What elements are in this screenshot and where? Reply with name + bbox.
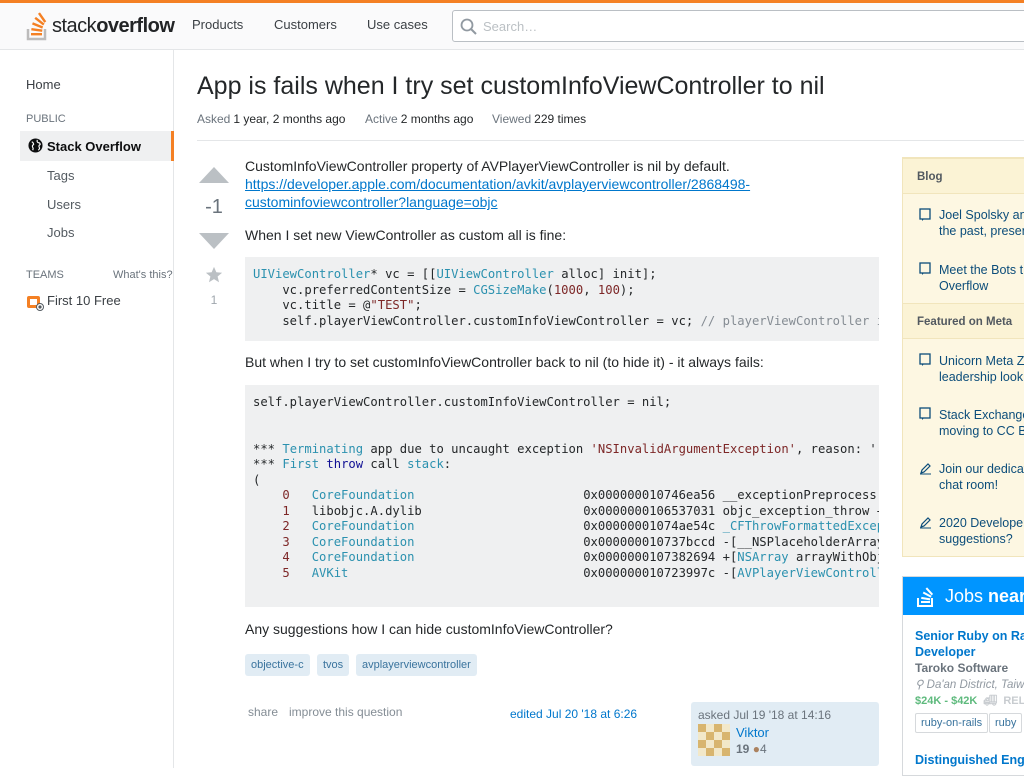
documentation-link-line2[interactable]: custominfoviewcontroller?language=objc bbox=[245, 194, 498, 210]
left-sidebar: Home PUBLIC Stack Overflow Tags Users Jo… bbox=[0, 50, 174, 768]
downvote-arrow-icon[interactable] bbox=[198, 232, 230, 250]
search-box bbox=[452, 10, 1024, 42]
nav-public-label: PUBLIC bbox=[26, 113, 66, 125]
blog-post-icon bbox=[919, 262, 931, 275]
relocation-truck-icon: 🚚︎ bbox=[983, 695, 998, 707]
blog-header: Blog bbox=[903, 158, 1024, 194]
nav-users[interactable]: Users bbox=[47, 197, 81, 212]
jobs-widget: Jobs near Senior Ruby on Ra Developer Tar… bbox=[902, 576, 1024, 776]
stack-logo-icon bbox=[26, 12, 47, 41]
edited-link[interactable]: edited Jul 20 '18 at 6:26 bbox=[510, 707, 637, 721]
stack-frame: 4 CoreFoundation 0x0000000107382694 +[NS… bbox=[253, 550, 879, 564]
code-block-1[interactable]: UIViewController* vc = [[UIViewControlle… bbox=[245, 257, 879, 341]
documentation-link[interactable]: https://developer.apple.com/documentatio… bbox=[245, 175, 750, 211]
jobs-header[interactable]: Jobs near bbox=[903, 577, 1024, 615]
jobs-header-title: Jobs near bbox=[945, 586, 1024, 606]
nav-products[interactable]: Products bbox=[192, 17, 243, 32]
job-2-title[interactable]: Distinguished Engi bbox=[915, 752, 1024, 768]
meta-viewed: Viewed 229 times bbox=[492, 112, 587, 126]
question-title[interactable]: App is fails when I try set customInfoVi… bbox=[197, 72, 825, 101]
vote-score: -1 bbox=[205, 196, 223, 218]
meta-active: Active 2 months ago bbox=[365, 112, 474, 126]
blog-item-1[interactable]: Joel Spolsky an the past, presen bbox=[939, 207, 1024, 239]
chat-pencil-icon bbox=[920, 463, 931, 475]
job-1-company: Taroko Software bbox=[915, 661, 1009, 675]
job-1-location: ⚲ Da'an District, Taiwa bbox=[915, 679, 1024, 691]
nav-home[interactable]: Home bbox=[26, 77, 61, 92]
meta-asked: Asked 1 year, 2 months ago bbox=[197, 112, 346, 126]
meta-item-4[interactable]: 2020 Developer suggestions? bbox=[939, 515, 1024, 547]
code-block-2[interactable]: self.playerViewController.customInfoView… bbox=[245, 385, 879, 607]
stackoverflow-logo[interactable]: stackoverflow bbox=[26, 9, 175, 43]
meta-post-icon bbox=[919, 407, 931, 420]
blog-post-icon bbox=[919, 208, 931, 221]
nav-use-cases[interactable]: Use cases bbox=[367, 17, 428, 32]
blog-sidebar: Blog Joel Spolsky an the past, presen Mee… bbox=[902, 157, 1024, 557]
stack-frame: 0 CoreFoundation 0x000000010746ea56 __ex… bbox=[253, 488, 877, 502]
improve-question-link[interactable]: improve this question bbox=[289, 705, 402, 719]
meta-item-1[interactable]: Unicorn Meta Zo leadership look bbox=[939, 353, 1024, 385]
title-divider bbox=[197, 140, 1024, 141]
upvote-arrow-icon[interactable] bbox=[198, 166, 230, 184]
job-1-title[interactable]: Senior Ruby on Ra Developer bbox=[915, 628, 1024, 660]
blog-item-2[interactable]: Meet the Bots th Overflow bbox=[939, 262, 1024, 294]
whats-this-link[interactable]: What's this? bbox=[113, 269, 173, 281]
search-icon bbox=[460, 18, 477, 35]
teams-briefcase-icon bbox=[27, 296, 44, 311]
nav-stack-overflow-label: Stack Overflow bbox=[47, 139, 141, 154]
owner-card: asked Jul 19 '18 at 14:16 Viktor 19 ●4 bbox=[691, 702, 879, 766]
stack-frame: 1 libobjc.A.dylib 0x0000000106537031 obj… bbox=[253, 503, 879, 518]
tag-avplayerviewcontroller[interactable]: avplayerviewcontroller bbox=[356, 654, 477, 676]
search-input[interactable] bbox=[481, 15, 1001, 37]
job-tag-ruby-on-rails[interactable]: ruby-on-rails bbox=[915, 713, 989, 733]
chat-pencil-icon bbox=[920, 517, 931, 529]
share-link[interactable]: share bbox=[248, 705, 278, 719]
stack-frame: 5 AVKit 0x000000010723997c -[AVPlayerVie… bbox=[253, 565, 879, 580]
nav-teams-label: TEAMS bbox=[26, 269, 64, 281]
meta-item-3[interactable]: Join our dedicat chat room! bbox=[939, 461, 1024, 493]
stack-frame: 3 CoreFoundation 0x000000010737bccd -[__… bbox=[253, 534, 879, 549]
nav-stack-overflow[interactable]: Stack Overflow bbox=[20, 131, 174, 161]
documentation-link-line1[interactable]: https://developer.apple.com/documentatio… bbox=[245, 176, 750, 192]
logo-text: stackoverflow bbox=[52, 14, 175, 37]
nav-tags[interactable]: Tags bbox=[47, 168, 74, 183]
stack-logo-icon bbox=[917, 587, 934, 607]
user-avatar[interactable] bbox=[698, 724, 730, 756]
nav-jobs[interactable]: Jobs bbox=[47, 225, 74, 240]
favorite-star-icon[interactable] bbox=[205, 266, 223, 284]
favorite-count: 1 bbox=[210, 293, 218, 307]
nav-customers[interactable]: Customers bbox=[274, 17, 337, 32]
job-tag-ruby[interactable]: ruby bbox=[989, 713, 1023, 733]
bronze-badge-icon: ● bbox=[752, 742, 760, 756]
question-paragraph-4: Any suggestions how I can hide customInf… bbox=[245, 621, 613, 637]
stack-frame: 2 CoreFoundation 0x00000001074ae54c _CFT… bbox=[253, 519, 879, 533]
tag-objective-c[interactable]: objective-c bbox=[245, 654, 310, 676]
question-paragraph-3: But when I try to set customInfoViewCont… bbox=[245, 354, 764, 370]
job-1-salary: $24K - $42K🚚︎RELO bbox=[915, 695, 1024, 707]
question-paragraph-2: When I set new ViewController as custom … bbox=[245, 227, 567, 243]
question-paragraph-1: CustomInfoViewController property of AVP… bbox=[245, 158, 730, 174]
location-pin-icon: ⚲ bbox=[915, 679, 924, 691]
owner-username[interactable]: Viktor bbox=[736, 725, 769, 740]
meta-item-2[interactable]: Stack Exchange moving to CC B bbox=[939, 407, 1024, 439]
owner-asked-time: asked Jul 19 '18 at 14:16 bbox=[698, 708, 832, 722]
nav-first-free[interactable]: First 10 Free bbox=[47, 293, 121, 308]
globe-icon bbox=[28, 138, 43, 153]
meta-post-icon bbox=[919, 353, 931, 366]
owner-reputation: 19 ●4 bbox=[736, 742, 767, 756]
tag-tvos[interactable]: tvos bbox=[317, 654, 350, 676]
featured-meta-header: Featured on Meta bbox=[903, 303, 1024, 339]
top-bar: stackoverflow Products Customers Use cas… bbox=[0, 0, 1024, 50]
